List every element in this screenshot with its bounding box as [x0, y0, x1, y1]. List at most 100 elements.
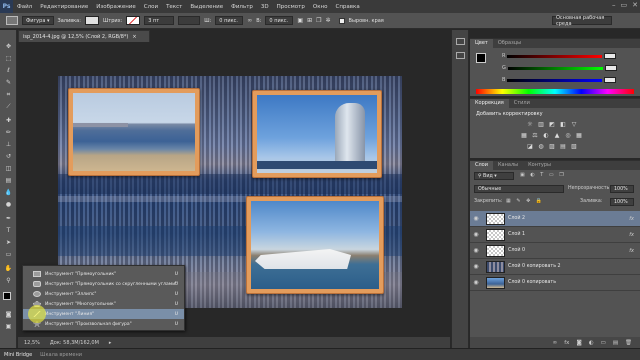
align-edges-checkbox[interactable]: [338, 17, 345, 24]
layer-row[interactable]: ◉ Слой 1 fx: [470, 227, 640, 243]
tab-timeline[interactable]: Шкала времени: [40, 352, 82, 358]
path-select-tool-icon[interactable]: ➤: [3, 238, 14, 247]
trash-icon[interactable]: 🗑: [625, 340, 632, 346]
status-arrow-icon[interactable]: ▸: [109, 340, 112, 346]
new-layer-icon[interactable]: ▤: [613, 340, 618, 346]
path-align-icon[interactable]: ⊞: [307, 17, 312, 24]
layer-fx-icon[interactable]: fx: [629, 248, 634, 254]
tab-adjustments[interactable]: Коррекция: [470, 99, 509, 108]
invert-icon[interactable]: ◪: [526, 143, 534, 150]
foreground-color-swatch[interactable]: [476, 53, 486, 63]
link-icon[interactable]: ∞: [247, 17, 252, 24]
color-ramp[interactable]: [476, 89, 634, 94]
curves-icon[interactable]: ◩: [548, 121, 556, 128]
path-ops-icon[interactable]: ▣: [297, 17, 303, 24]
pen-tool-icon[interactable]: ✒: [3, 214, 14, 223]
zoom-tool-icon[interactable]: ⚲: [3, 276, 14, 285]
add-mask-icon[interactable]: ◙: [576, 340, 581, 346]
width-field[interactable]: 0 пикс.: [215, 16, 244, 25]
menu-window[interactable]: Окно: [309, 4, 332, 10]
menu-type[interactable]: Текст: [162, 4, 186, 10]
stroke-width-field[interactable]: 3 пт: [144, 16, 175, 25]
eye-icon[interactable]: ◉: [470, 263, 482, 270]
opacity-field[interactable]: 100%: [610, 185, 634, 193]
menu-image[interactable]: Изображение: [92, 4, 140, 10]
maximize-button[interactable]: ▭: [621, 1, 628, 9]
menu-filter[interactable]: Фильтр: [227, 4, 257, 10]
tool-mode-select[interactable]: Фигура ▾: [22, 16, 54, 25]
black-white-icon[interactable]: ◐: [542, 132, 550, 139]
layer-row[interactable]: ◉ Слой 2 fx: [470, 211, 640, 227]
blur-tool-icon[interactable]: 💧: [3, 188, 14, 197]
foreground-color-swatch[interactable]: [3, 292, 11, 300]
add-style-icon[interactable]: fx: [564, 340, 569, 346]
layer-filter-icons[interactable]: ▣ ◐ T ▭ ❐: [520, 172, 566, 178]
eye-icon[interactable]: ◉: [470, 231, 482, 238]
move-tool-icon[interactable]: ✥: [3, 42, 14, 51]
eraser-tool-icon[interactable]: ◫: [3, 164, 14, 173]
quick-mask-icon[interactable]: ◙: [3, 310, 14, 319]
lock-icons[interactable]: ▦ ✎ ✥ 🔒: [506, 198, 544, 204]
blue-value-field[interactable]: [604, 77, 617, 83]
color-balance-icon[interactable]: ⚖: [531, 132, 539, 139]
red-track[interactable]: [507, 54, 603, 58]
menu-help[interactable]: Справка: [331, 4, 363, 10]
red-value-field[interactable]: [604, 53, 617, 59]
menu-layers[interactable]: Слои: [140, 4, 162, 10]
blue-slider[interactable]: B: [502, 77, 632, 83]
stamp-tool-icon[interactable]: ⊥: [3, 140, 14, 149]
path-arrange-icon[interactable]: ❐: [316, 17, 321, 24]
tab-color[interactable]: Цвет: [470, 39, 493, 48]
fill-swatch[interactable]: [84, 16, 99, 25]
selective-color-icon[interactable]: ▧: [570, 143, 578, 150]
quick-select-tool-icon[interactable]: ✎: [3, 78, 14, 87]
flyout-item-polygon[interactable]: Инструмент "Многоугольник" U: [23, 299, 184, 309]
healing-tool-icon[interactable]: ✚: [3, 116, 14, 125]
menu-edit[interactable]: Редактирование: [36, 4, 92, 10]
gear-icon[interactable]: ✲: [326, 17, 331, 24]
tab-swatches[interactable]: Образцы: [493, 39, 526, 48]
type-tool-icon[interactable]: T: [3, 226, 14, 235]
dodge-tool-icon[interactable]: ●: [3, 200, 14, 209]
red-slider[interactable]: R: [502, 53, 632, 59]
brush-tool-icon[interactable]: ✏: [3, 128, 14, 137]
blue-track[interactable]: [507, 78, 603, 82]
blend-mode-select[interactable]: Обычные: [474, 185, 564, 193]
workspace-select[interactable]: Основная рабочая среда: [552, 15, 612, 27]
layer-row[interactable]: ◉ Слой 0 копировать: [470, 275, 640, 291]
flyout-item-custom-shape[interactable]: Инструмент "Произвольная фигура" U: [23, 319, 184, 329]
link-layers-icon[interactable]: ∞: [553, 340, 558, 346]
stroke-swatch[interactable]: [126, 16, 141, 25]
marquee-tool-icon[interactable]: ⬚: [3, 54, 14, 63]
menu-select[interactable]: Выделение: [186, 4, 227, 10]
exposure-icon[interactable]: ◧: [559, 121, 567, 128]
crop-tool-icon[interactable]: ⌗: [3, 90, 14, 99]
channel-mixer-icon[interactable]: ◎: [564, 132, 572, 139]
shape-tool-icon[interactable]: ▭: [3, 250, 14, 259]
hand-tool-icon[interactable]: ✋: [3, 264, 14, 273]
brightness-icon[interactable]: ☼: [526, 121, 534, 128]
gradient-tool-icon[interactable]: ▤: [3, 176, 14, 185]
new-group-icon[interactable]: ▭: [601, 340, 606, 346]
document-tab[interactable]: isp_2014-4.jpg @ 12,5% (Слой 2, RGB/8*) …: [18, 30, 150, 42]
eyedropper-tool-icon[interactable]: ⟋: [3, 102, 14, 111]
menu-view[interactable]: Просмотр: [273, 4, 309, 10]
flyout-item-ellipse[interactable]: Инструмент "Эллипс" U: [23, 289, 184, 299]
tab-styles[interactable]: Стили: [509, 99, 535, 108]
hue-saturation-icon[interactable]: ▦: [520, 132, 528, 139]
gradient-map-icon[interactable]: ▤: [559, 143, 567, 150]
fill-field[interactable]: 100%: [610, 198, 634, 206]
zoom-level[interactable]: 12,5%: [24, 340, 40, 346]
new-adjustment-icon[interactable]: ◐: [589, 340, 594, 346]
layer-filter-select[interactable]: ⚲ Вид ▾: [474, 172, 514, 180]
screen-mode-icon[interactable]: ▣: [3, 322, 14, 331]
threshold-icon[interactable]: ▨: [548, 143, 556, 150]
eye-icon[interactable]: ◉: [470, 215, 482, 222]
tab-channels[interactable]: Каналы: [493, 161, 523, 170]
layer-fx-icon[interactable]: fx: [629, 216, 634, 222]
levels-icon[interactable]: ▥: [537, 121, 545, 128]
minimize-button[interactable]: –: [612, 1, 616, 9]
vibrance-icon[interactable]: ▽: [570, 121, 578, 128]
flyout-item-rounded-rectangle[interactable]: Инструмент "Прямоугольник со скругленным…: [23, 279, 184, 289]
flyout-item-line[interactable]: Инструмент "Линия" U: [23, 309, 184, 319]
